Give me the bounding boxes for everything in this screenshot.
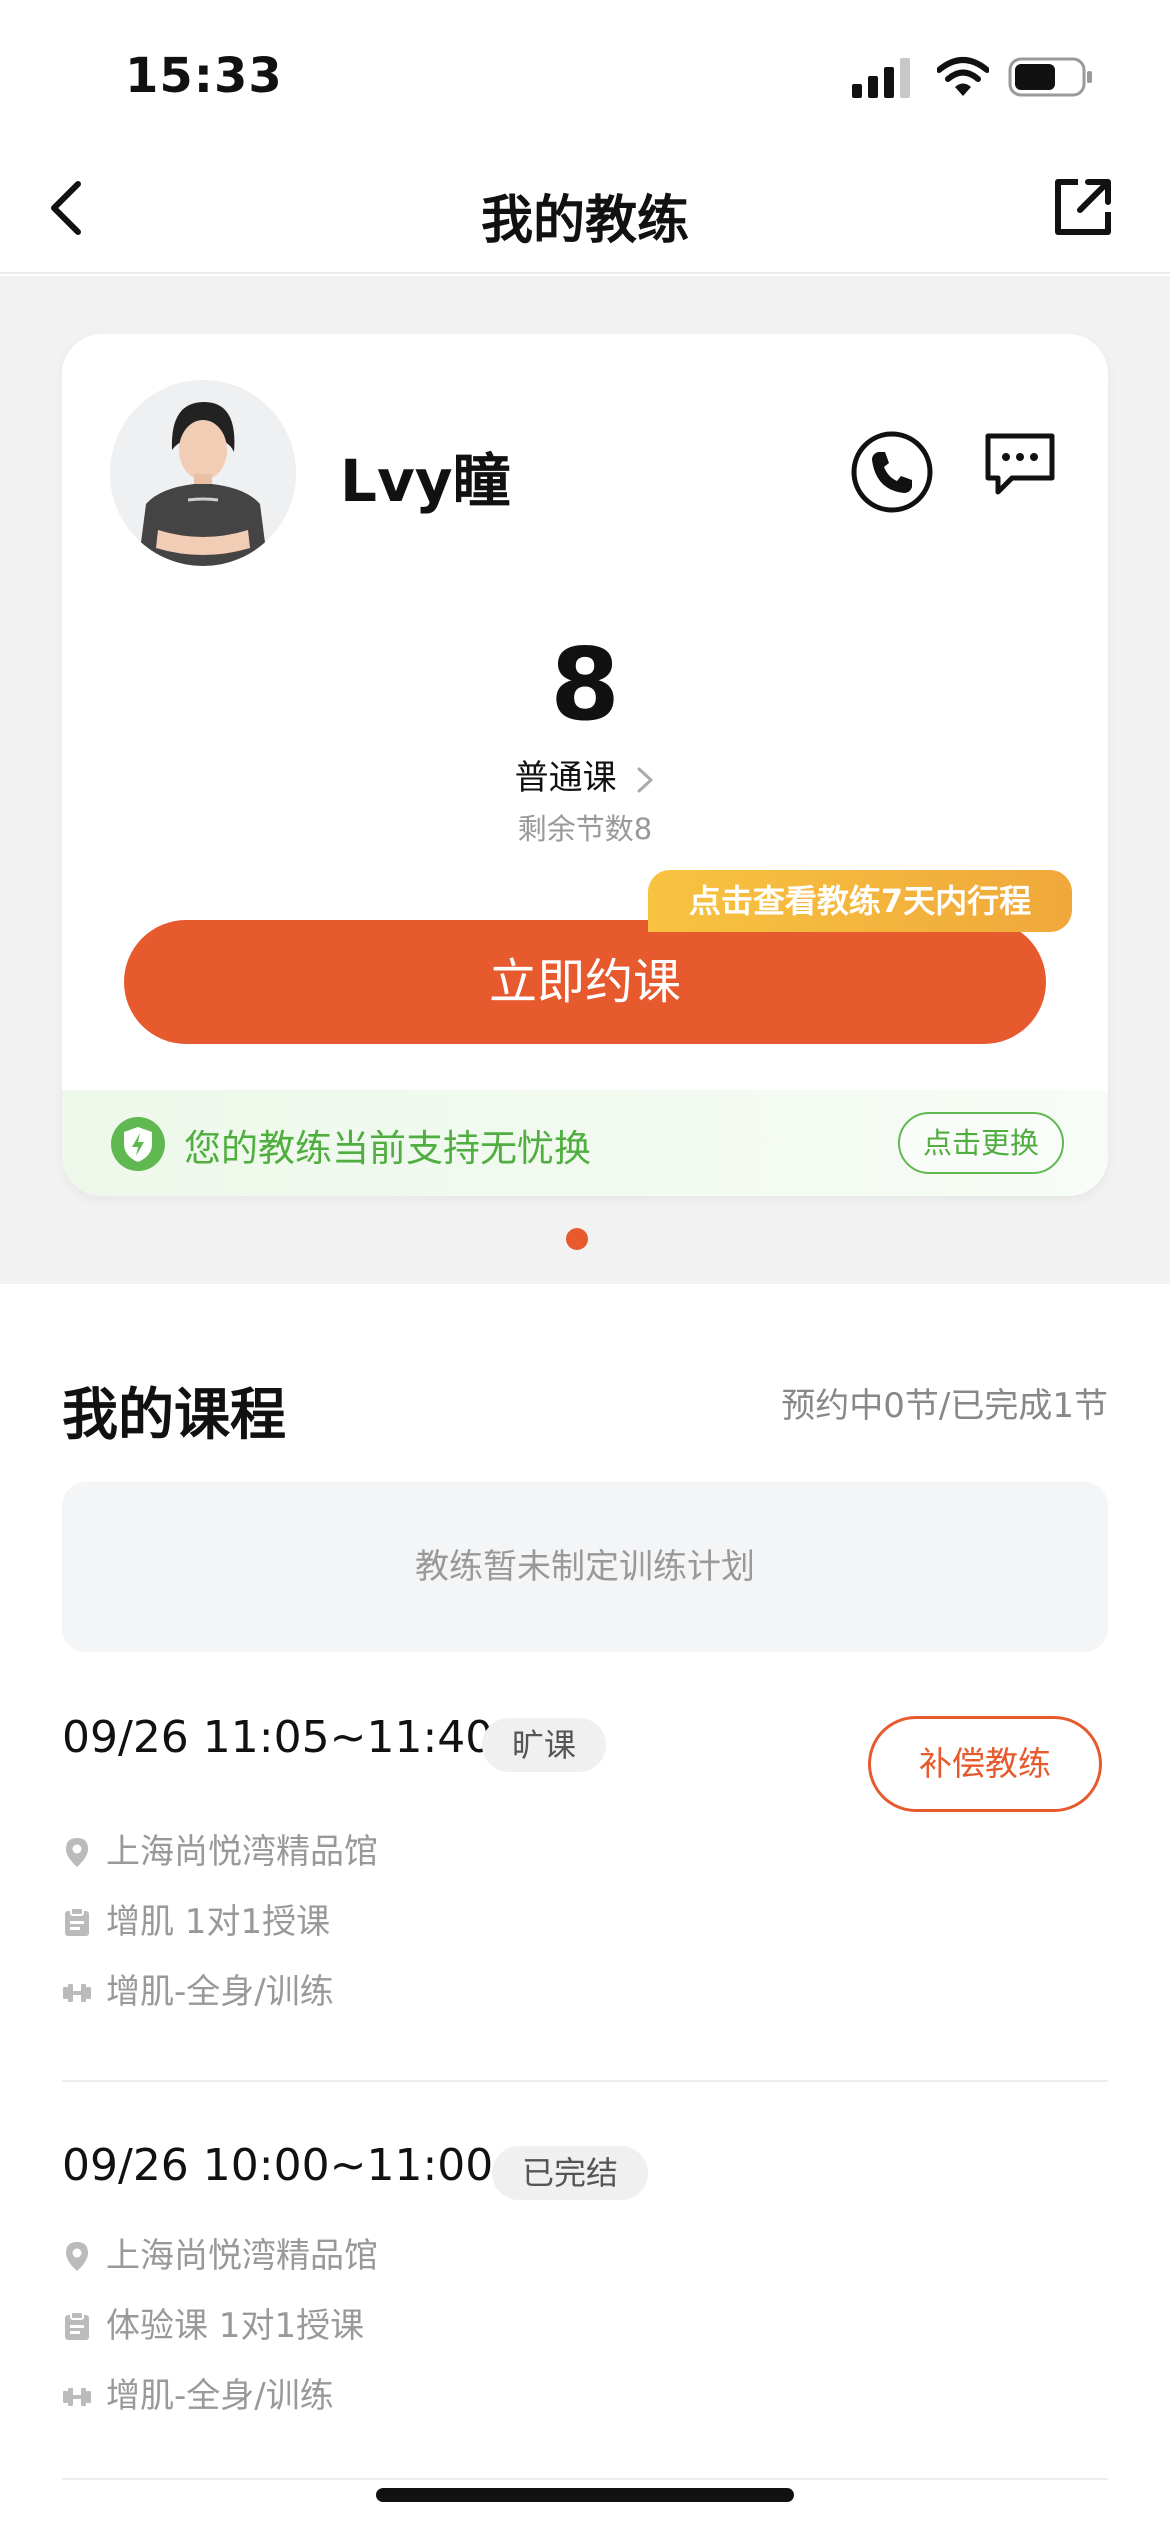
lesson-course: 体验课 1对1授课 (62, 2298, 364, 2347)
courses-summary: 预约中0节/已完成1节 (781, 1386, 1108, 1426)
book-now-button[interactable]: 立即约课 (124, 920, 1046, 1044)
lesson-item[interactable]: 09/26 10:00~11:00 已完结 上海尚悦湾精品馆 体验课 1对1授课… (62, 2140, 1108, 2480)
phone-icon[interactable] (850, 430, 934, 514)
clipboard-icon (65, 2311, 89, 2340)
guarantee-text: 您的教练当前支持无忧换 (184, 1127, 591, 1170)
pagination-dot (566, 1228, 588, 1250)
status-bar: 15:33 (0, 0, 1170, 140)
lesson-location-text: 上海尚悦湾精品馆 (106, 2236, 378, 2276)
lesson-status-badge: 旷课 (482, 1718, 607, 1772)
courses-header: 我的课程 (62, 1383, 286, 1448)
status-time: 15:33 (125, 48, 283, 104)
location-icon (66, 2242, 88, 2271)
schedule-tip-badge[interactable]: 点击查看教练7天内行程 (648, 870, 1072, 932)
nav-bar: 我的教练 (0, 140, 1170, 274)
coach-name: Lvy瞳 (340, 447, 511, 515)
dumbbell-icon (63, 2388, 91, 2406)
guarantee-bar: 您的教练当前支持无忧换 点击更换 (62, 1090, 1108, 1196)
avatar[interactable] (110, 380, 296, 566)
battery-icon (1008, 57, 1092, 97)
coach-card: Lvy瞳 8 普通课 剩余节数8 点击查看教练7天内行程 立即约课 您的教练当前… (62, 334, 1108, 1196)
lesson-training: 增肌-全身/训练 (62, 2368, 334, 2417)
lesson-course-text: 体验课 1对1授课 (106, 2306, 365, 2346)
wifi-icon (937, 57, 989, 96)
compensate-coach-button[interactable]: 补偿教练 (868, 1716, 1102, 1812)
lesson-location-text: 上海尚悦湾精品馆 (106, 1832, 378, 1872)
clipboard-icon (65, 1907, 89, 1936)
course-type-label: 普通课 (514, 758, 617, 798)
home-indicator[interactable] (376, 2488, 794, 2502)
message-icon[interactable] (982, 432, 1058, 500)
location-icon (66, 1838, 88, 1867)
lesson-item[interactable]: 09/26 11:05~11:40 旷课 补偿教练 上海尚悦湾精品馆 增肌 1对… (62, 1712, 1108, 2082)
course-type-link[interactable]: 普通课 (62, 750, 1108, 799)
remaining-sessions-text: 剩余节数8 (517, 812, 653, 846)
coach-area: Lvy瞳 8 普通课 剩余节数8 点击查看教练7天内行程 立即约课 您的教练当前… (0, 276, 1170, 1284)
change-coach-button[interactable]: 点击更换 (898, 1112, 1064, 1174)
signal-icon (852, 58, 910, 98)
lesson-location: 上海尚悦湾精品馆 (62, 2228, 378, 2277)
lesson-training-text: 增肌-全身/训练 (106, 2376, 334, 2416)
lesson-location: 上海尚悦湾精品馆 (62, 1824, 378, 1873)
lesson-time: 09/26 10:00~11:00 (62, 2140, 494, 2191)
lesson-course: 增肌 1对1授课 (62, 1894, 330, 1943)
page-title: 我的教练 (480, 191, 689, 251)
lesson-status-badge: 已完结 (492, 2146, 649, 2200)
dumbbell-icon (63, 1984, 91, 2002)
training-plan-empty: 教练暂未制定训练计划 (62, 1482, 1108, 1652)
lesson-training-text: 增肌-全身/训练 (106, 1972, 334, 2012)
shield-icon (111, 1117, 165, 1171)
lesson-training: 增肌-全身/训练 (62, 1964, 334, 2013)
share-icon[interactable] (1052, 176, 1114, 238)
remaining-count: 8 (550, 626, 620, 743)
chevron-right-icon (637, 767, 653, 793)
lesson-time: 09/26 11:05~11:40 (62, 1712, 494, 1763)
lesson-course-text: 增肌 1对1授课 (106, 1902, 331, 1942)
